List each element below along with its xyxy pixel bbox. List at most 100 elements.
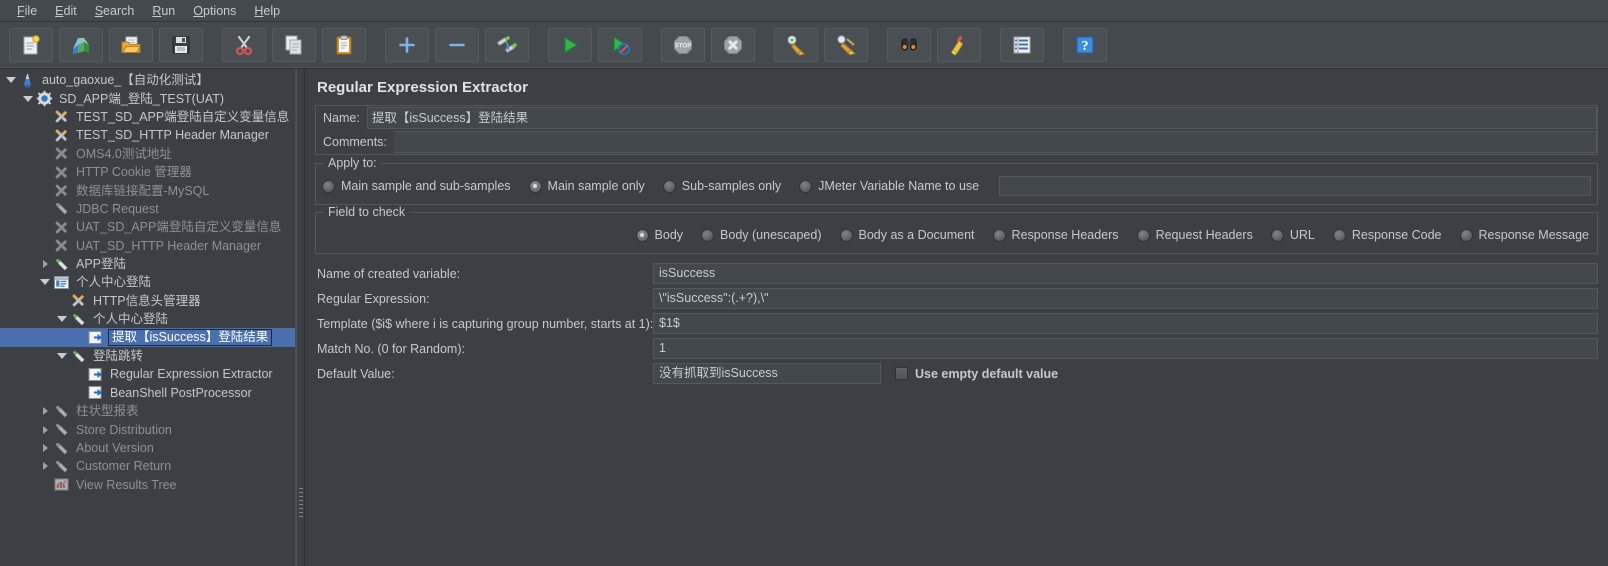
new-document-button[interactable] (9, 28, 53, 62)
tree-node[interactable]: APP登陆 (0, 255, 295, 273)
radio-response-code[interactable]: Response Code (1332, 228, 1442, 242)
tree-node[interactable]: 个人中心登陆 (0, 273, 295, 291)
menu-file[interactable]: File (8, 2, 46, 20)
radio-body-as-a-document[interactable]: Body as a Document (839, 228, 975, 242)
radio-dot-icon[interactable] (1136, 228, 1150, 242)
tree-expand-arrow-open-icon[interactable] (55, 316, 69, 323)
radio-dot-icon[interactable] (1332, 228, 1346, 242)
menu-search[interactable]: Search (86, 2, 144, 20)
tree-node[interactable]: About Version (0, 439, 295, 457)
tree-node[interactable]: SD_APP端_登陆_TEST(UAT) (0, 89, 295, 107)
tree-expand-arrow-open-icon[interactable] (38, 279, 52, 286)
menu-help[interactable]: Help (245, 2, 289, 20)
reset-search-broom-button[interactable] (937, 28, 981, 62)
tree-expand-arrow-closed-icon[interactable] (38, 407, 52, 416)
clear-broom-button[interactable] (774, 28, 818, 62)
tree-expand-arrow-closed-icon[interactable] (38, 425, 52, 434)
tree-expand-arrow-open-icon[interactable] (55, 353, 69, 360)
radio-response-message[interactable]: Response Message (1459, 228, 1589, 242)
tree-node[interactable]: View Results Tree (0, 476, 295, 494)
save-floppy-button[interactable] (159, 28, 203, 62)
radio-dot-icon[interactable] (1459, 228, 1473, 242)
tree-node[interactable]: HTTP信息头管理器 (0, 292, 295, 310)
binoculars-search-button[interactable] (887, 28, 931, 62)
tree-node[interactable]: 个人中心登陆 (0, 310, 295, 328)
default-value-input[interactable]: 没有抓取到isSuccess (653, 363, 881, 384)
checkbox-box-icon[interactable] (895, 367, 908, 380)
tree-node[interactable]: 登陆跳转 (0, 347, 295, 365)
shutdown-button[interactable] (711, 28, 755, 62)
comments-label: Comments: (323, 135, 387, 149)
menu-run[interactable]: Run (143, 2, 184, 20)
property-input[interactable]: isSuccess (653, 263, 1598, 284)
tree-node[interactable]: TEST_SD_HTTP Header Manager (0, 126, 295, 144)
name-input[interactable]: 提取【isSuccess】登陆结果 (366, 107, 1597, 129)
tree-node[interactable]: Store Distribution (0, 420, 295, 438)
property-input[interactable]: $1$ (653, 313, 1598, 334)
post-processor-icon (86, 366, 105, 383)
tree-node[interactable]: JDBC Request (0, 200, 295, 218)
tree-expand-arrow-closed-icon[interactable] (38, 462, 52, 471)
comments-input[interactable] (393, 131, 1597, 153)
radio-url[interactable]: URL (1270, 228, 1315, 242)
test-plan-tree[interactable]: auto_gaoxue_【自动化测试】 SD_APP端_登陆_TEST(UAT) T… (0, 69, 295, 494)
tree-node[interactable]: 数据库链接配置-MySQL (0, 181, 295, 199)
minus-collapse-button[interactable] (435, 28, 479, 62)
tree-expand-arrow-closed-icon[interactable] (38, 260, 52, 269)
function-helper-button[interactable] (1000, 28, 1044, 62)
property-input[interactable]: 1 (653, 338, 1598, 359)
radio-main-sample-and-sub-samples[interactable]: Main sample and sub-samples (322, 179, 511, 193)
help-question-button[interactable]: ? (1063, 28, 1107, 62)
tree-node[interactable]: HTTP Cookie 管理器 (0, 163, 295, 181)
tree-node[interactable]: auto_gaoxue_【自动化测试】 (0, 71, 295, 89)
paste-clipboard-button[interactable] (322, 28, 366, 62)
radio-sub-samples-only[interactable]: Sub-samples only (662, 179, 781, 193)
radio-dot-icon[interactable] (799, 179, 813, 193)
clear-all-broom-button[interactable] (824, 28, 868, 62)
open-folder-button[interactable] (109, 28, 153, 62)
menu-options[interactable]: Options (184, 2, 245, 20)
stop-sign-button[interactable]: STOP (661, 28, 705, 62)
start-no-pauses-button[interactable] (598, 28, 642, 62)
radio-response-headers[interactable]: Response Headers (992, 228, 1119, 242)
templates-button[interactable] (59, 28, 103, 62)
tree-node[interactable]: TEST_SD_APP端登陆自定义变量信息 (0, 108, 295, 126)
thread-group-icon (35, 90, 54, 107)
tree-node[interactable]: Regular Expression Extractor (0, 365, 295, 383)
tree-node[interactable]: BeanShell PostProcessor (0, 384, 295, 402)
test-plan-tree-panel[interactable]: auto_gaoxue_【自动化测试】 SD_APP端_登陆_TEST(UAT) T… (0, 69, 296, 566)
sampler-disabled-icon (52, 440, 71, 457)
copy-pages-button[interactable] (272, 28, 316, 62)
split-pane-divider[interactable] (296, 69, 305, 566)
tree-expand-arrow-open-icon[interactable] (4, 77, 18, 84)
tree-node[interactable]: Customer Return (0, 457, 295, 475)
radio-dot-icon[interactable] (992, 228, 1006, 242)
radio-dot-icon[interactable] (528, 179, 542, 193)
radio-body-unescaped[interactable]: Body (unescaped) (701, 228, 822, 242)
radio-request-headers[interactable]: Request Headers (1136, 228, 1253, 242)
radio-dot-icon[interactable] (839, 228, 853, 242)
radio-dot-icon[interactable] (662, 179, 676, 193)
radio-dot-icon[interactable] (635, 228, 649, 242)
tree-expand-arrow-open-icon[interactable] (21, 95, 35, 102)
tree-node[interactable]: UAT_SD_HTTP Header Manager (0, 237, 295, 255)
cut-scissors-button[interactable] (222, 28, 266, 62)
jmeter-variable-name-input[interactable] (999, 176, 1591, 196)
tree-expand-arrow-closed-icon[interactable] (38, 444, 52, 452)
toggle-element-button[interactable] (485, 28, 529, 62)
tree-node[interactable]: 提取【isSuccess】登陆结果 (0, 328, 295, 347)
start-play-button[interactable] (548, 28, 592, 62)
menu-edit[interactable]: Edit (46, 2, 86, 20)
radio-dot-icon[interactable] (701, 228, 715, 242)
radio-body[interactable]: Body (635, 228, 683, 242)
use-empty-default-value-checkbox[interactable]: Use empty default value (895, 367, 1058, 381)
plus-expand-button[interactable] (385, 28, 429, 62)
tree-node[interactable]: OMS4.0测试地址 (0, 145, 295, 163)
radio-dot-icon[interactable] (1270, 228, 1284, 242)
radio-jmeter-variable-name-to-use[interactable]: JMeter Variable Name to use (799, 179, 979, 193)
tree-node[interactable]: UAT_SD_APP端登陆自定义变量信息 (0, 218, 295, 236)
radio-dot-icon[interactable] (322, 179, 335, 193)
tree-node[interactable]: 柱状型报表 (0, 402, 295, 420)
property-input[interactable]: \"isSuccess":(.+?),\" (653, 288, 1598, 309)
radio-main-sample-only[interactable]: Main sample only (528, 179, 645, 193)
